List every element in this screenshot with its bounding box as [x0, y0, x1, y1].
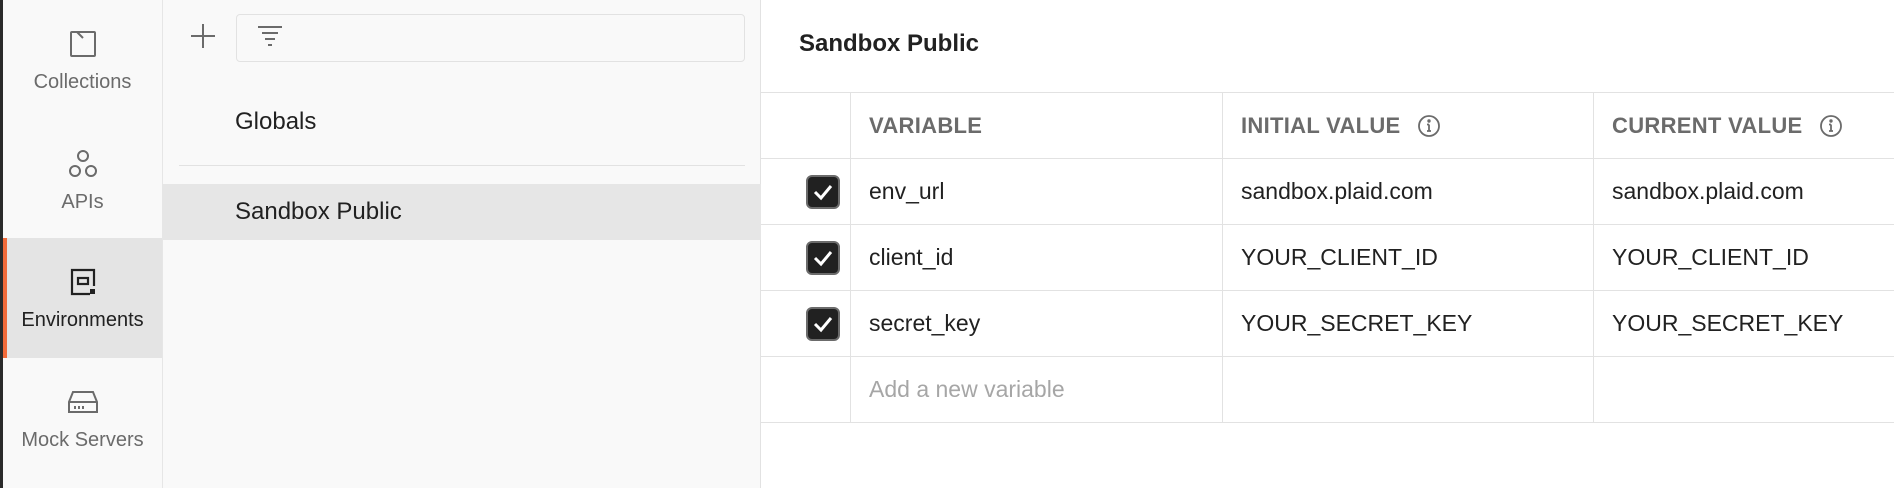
column-header-variable: VARIABLE — [851, 93, 1223, 158]
apis-icon — [66, 147, 100, 181]
sidebar-rail: Collections APIs Environments Mock Serve… — [0, 0, 163, 488]
table-row: secret_key YOUR_SECRET_KEY YOUR_SECRET_K… — [761, 291, 1894, 357]
row-check-cell — [761, 225, 851, 290]
environment-list-panel: Globals Sandbox Public — [163, 0, 761, 488]
collections-icon — [66, 27, 100, 61]
new-current-value-cell[interactable] — [1594, 357, 1894, 422]
environment-editor: Sandbox Public VARIABLE INITIAL VALUE CU… — [761, 0, 1894, 488]
row-check-cell — [761, 159, 851, 224]
list-toolbar — [163, 14, 761, 62]
sidebar-item-label: APIs — [61, 190, 104, 213]
header-check-cell — [761, 93, 851, 158]
row-check-cell — [761, 357, 851, 422]
new-initial-value-cell[interactable] — [1223, 357, 1594, 422]
info-icon[interactable] — [1819, 114, 1843, 138]
row-check-cell — [761, 291, 851, 356]
column-header-current-value: CURRENT VALUE — [1594, 93, 1894, 158]
new-variable-row: Add a new variable — [761, 357, 1894, 423]
page-title: Sandbox Public — [799, 30, 980, 57]
initial-value-cell[interactable]: YOUR_CLIENT_ID — [1223, 225, 1594, 290]
filter-field[interactable] — [236, 14, 745, 62]
current-value-cell[interactable]: YOUR_CLIENT_ID — [1594, 225, 1894, 290]
info-icon[interactable] — [1417, 114, 1441, 138]
sidebar-item-label: Environments — [21, 308, 144, 331]
sidebar-item-mock-servers[interactable]: Mock Servers — [3, 358, 162, 478]
add-environment-button[interactable] — [185, 20, 221, 56]
plus-icon — [189, 22, 217, 55]
enable-variable-checkbox[interactable] — [806, 174, 840, 209]
sidebar-item-label: Collections — [33, 70, 132, 93]
check-icon — [813, 316, 833, 332]
initial-value-cell[interactable]: YOUR_SECRET_KEY — [1223, 291, 1594, 356]
column-header-label: INITIAL VALUE — [1241, 112, 1401, 138]
variable-name-cell[interactable]: secret_key — [851, 291, 1223, 356]
check-icon — [813, 184, 833, 200]
initial-value-cell[interactable]: sandbox.plaid.com — [1223, 159, 1594, 224]
current-value-cell[interactable]: YOUR_SECRET_KEY — [1594, 291, 1894, 356]
sidebar-item-environments[interactable]: Environments — [3, 238, 162, 358]
variable-name-cell[interactable]: env_url — [851, 159, 1223, 224]
environment-item-label: Sandbox Public — [235, 198, 402, 225]
table-row: client_id YOUR_CLIENT_ID YOUR_CLIENT_ID — [761, 225, 1894, 291]
filter-input[interactable] — [283, 15, 744, 61]
table-header: VARIABLE INITIAL VALUE CURRENT VALUE — [761, 93, 1894, 159]
environment-item-label: Globals — [235, 108, 317, 135]
environments-icon — [66, 265, 100, 299]
app-window: Collections APIs Environments Mock Serve… — [0, 0, 1894, 488]
list-divider — [179, 165, 745, 166]
variables-table: VARIABLE INITIAL VALUE CURRENT VALUE env… — [761, 92, 1894, 423]
enable-variable-checkbox[interactable] — [806, 240, 840, 275]
column-header-initial-value: INITIAL VALUE — [1223, 93, 1594, 158]
enable-variable-checkbox[interactable] — [806, 306, 840, 341]
check-icon — [813, 250, 833, 266]
mock-servers-icon — [66, 385, 100, 419]
column-header-label: CURRENT VALUE — [1612, 112, 1803, 138]
environment-item-globals[interactable]: Globals — [163, 94, 761, 150]
new-variable-input[interactable]: Add a new variable — [851, 357, 1223, 422]
sidebar-item-label: Mock Servers — [21, 428, 144, 451]
sidebar-item-collections[interactable]: Collections — [3, 0, 162, 120]
sidebar-item-apis[interactable]: APIs — [3, 120, 162, 240]
filter-icon — [257, 24, 283, 53]
environment-item-sandbox-public[interactable]: Sandbox Public — [163, 184, 761, 240]
variable-name-cell[interactable]: client_id — [851, 225, 1223, 290]
table-row: env_url sandbox.plaid.com sandbox.plaid.… — [761, 159, 1894, 225]
current-value-cell[interactable]: sandbox.plaid.com — [1594, 159, 1894, 224]
column-header-label: VARIABLE — [869, 112, 983, 138]
